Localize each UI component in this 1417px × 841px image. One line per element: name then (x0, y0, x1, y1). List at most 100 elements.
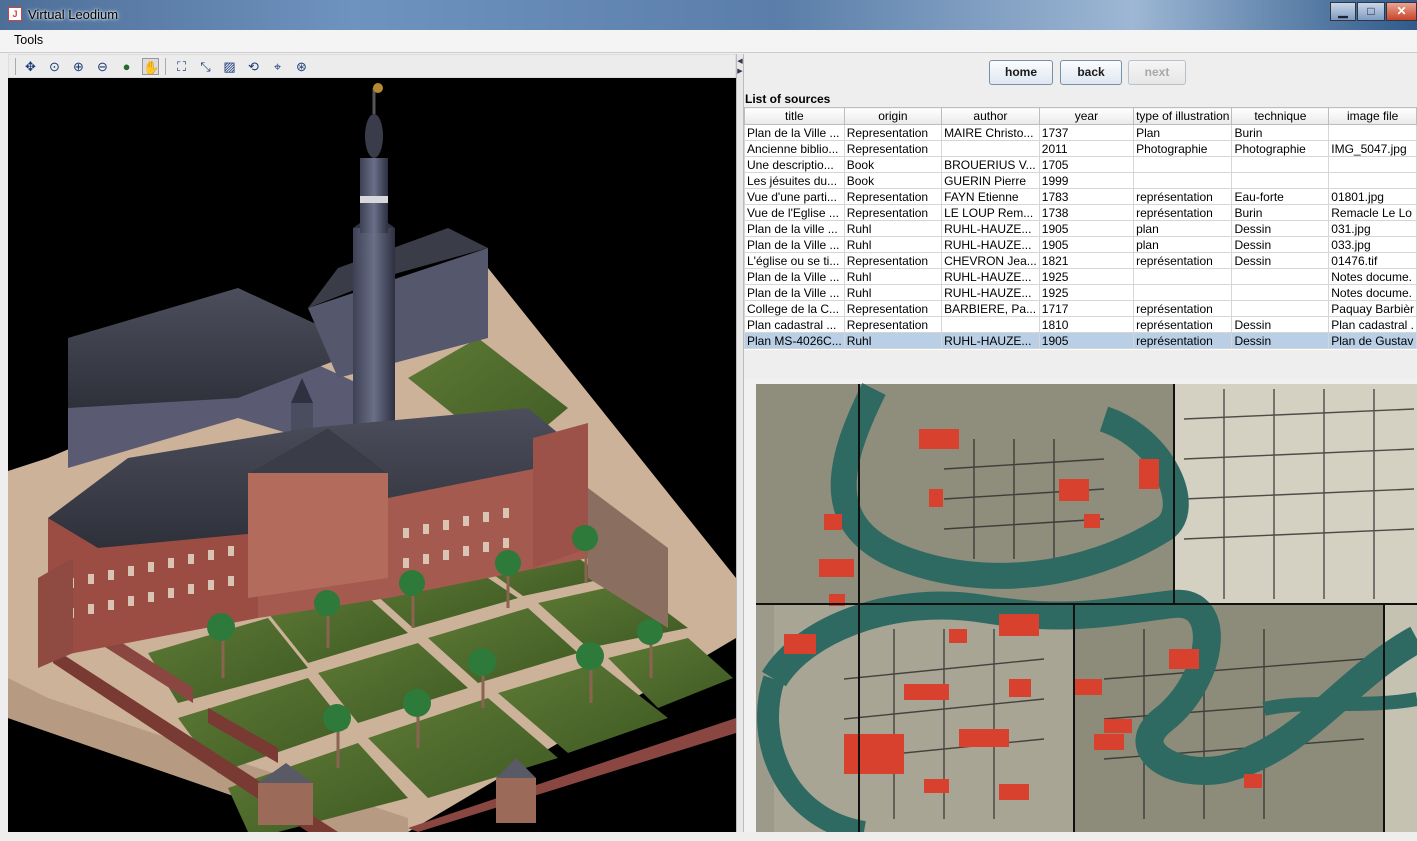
column-header[interactable]: title (744, 107, 845, 125)
column-header[interactable]: image file (1328, 107, 1417, 125)
table-cell: GUERIN Pierre (941, 172, 1040, 189)
table-cell: Burin (1231, 124, 1330, 141)
table-cell: LE LOUP Rem... (941, 204, 1040, 221)
table-cell: Ruhl (843, 268, 943, 285)
zoom-out-icon[interactable]: ⊖ (94, 58, 111, 75)
table-cell: 1925 (1038, 268, 1135, 285)
table-cell: Vue de l'Eglise ... (744, 204, 845, 221)
column-header[interactable]: author (941, 107, 1040, 125)
zoom-in-icon[interactable]: ⊕ (70, 58, 87, 75)
title-bar[interactable]: J Virtual Leodium ▁ □ ✕ (0, 0, 1417, 30)
table-cell (1231, 172, 1330, 189)
sources-table[interactable]: title origin author year type of illustratio… (744, 107, 1417, 350)
table-cell: Plan cadastral ... (744, 316, 845, 333)
center-icon[interactable]: ⊛ (293, 58, 310, 75)
sources-list-title: List of sources (745, 92, 831, 106)
table-cell (1133, 156, 1233, 173)
column-header[interactable]: type of illustration (1133, 107, 1233, 125)
column-header[interactable]: year (1038, 107, 1135, 125)
home-button[interactable]: home (989, 60, 1053, 85)
table-cell: représentation (1133, 316, 1233, 333)
table-cell: Remacle Le Lo (1328, 204, 1417, 221)
table-row[interactable]: Une descriptio... Book BROUERIUS V... 1705 (744, 156, 1417, 173)
table-cell: plan (1133, 236, 1233, 253)
3d-view-panel: ✥ ⊙ ⊕ ⊖ ● ✋ ⛶ ⤡ ▨ ⟲ ⌖ ⊛ (8, 54, 736, 832)
table-cell: 1821 (1038, 252, 1135, 269)
table-cell (1133, 172, 1233, 189)
table-row[interactable]: L'église ou se ti... Representation CHEVRO… (744, 252, 1417, 269)
table-cell: 1925 (1038, 284, 1135, 301)
back-button[interactable]: back (1060, 60, 1122, 85)
table-cell (1231, 284, 1330, 301)
table-cell: plan (1133, 220, 1233, 237)
table-cell: 031.jpg (1328, 220, 1417, 237)
table-cell: Dessin (1231, 236, 1330, 253)
table-cell: Plan de Gustav (1328, 332, 1417, 349)
table-row[interactable]: Plan de la Ville ... Representation MAIRE … (744, 124, 1417, 141)
maximize-button[interactable]: □ (1357, 2, 1385, 21)
table-row[interactable]: Plan de la Ville ... Ruhl RUHL-HAUZE... 192… (744, 284, 1417, 301)
table-row[interactable]: Vue de l'Eglise ... Representation LE LOUP… (744, 204, 1417, 221)
table-cell: Dessin (1231, 332, 1330, 349)
table-cell: 01801.jpg (1328, 188, 1417, 205)
split-pane-divider[interactable]: ◀ ▶ (736, 54, 744, 832)
table-cell: Les jésuites du... (744, 172, 845, 189)
table-cell: FAYN Etienne (941, 188, 1040, 205)
table-cell: Burin (1231, 204, 1330, 221)
source-image-viewer[interactable] (744, 379, 1417, 832)
table-cell: Eau-forte (1231, 188, 1330, 205)
fit-all-icon[interactable]: ⛶ (173, 58, 190, 75)
header-row: title origin author year type of illustratio… (744, 107, 1417, 125)
table-row[interactable]: Plan cadastral ... Representation 1810 repr… (744, 316, 1417, 333)
collapse-right-arrow-icon[interactable]: ▶ (737, 68, 743, 76)
java-app-icon: J (8, 7, 22, 21)
table-cell: 2011 (1038, 140, 1135, 157)
table-row[interactable]: Vue d'une parti... Representation FAYN Eti… (744, 188, 1417, 205)
column-header[interactable]: origin (843, 107, 943, 125)
table-cell: Dessin (1231, 220, 1330, 237)
shrink-icon[interactable]: ⤡ (197, 58, 214, 75)
table-cell (1328, 172, 1417, 189)
rotate-icon[interactable]: ⟲ (245, 58, 262, 75)
collapse-left-arrow-icon[interactable]: ◀ (737, 58, 743, 66)
table-cell: Plan (1133, 124, 1233, 141)
table-cell: 033.jpg (1328, 236, 1417, 253)
table-row[interactable]: College de la C... Representation BARBIERE… (744, 300, 1417, 317)
column-header[interactable]: technique (1231, 107, 1330, 125)
table-cell: BROUERIUS V... (941, 156, 1040, 173)
table-cell: Plan de la ville ... (744, 220, 845, 237)
table-cell: Photographie (1133, 140, 1233, 157)
table-cell: Photographie (1231, 140, 1330, 157)
table-cell: 01476.tif (1328, 252, 1417, 269)
college-3d-model (8, 83, 736, 832)
table-row[interactable]: Plan de la Ville ... Ruhl RUHL-HAUZE... 190… (744, 236, 1417, 253)
move-icon[interactable]: ⌖ (269, 58, 286, 75)
table-cell: Plan de la Ville ... (744, 124, 845, 141)
close-button[interactable]: ✕ (1386, 2, 1417, 21)
table-row[interactable]: Plan MS-4026C... Ruhl RUHL-HAUZE... 1905 rep… (744, 332, 1417, 349)
table-cell: 1810 (1038, 316, 1135, 333)
zoom-region-icon[interactable]: ⊙ (46, 58, 63, 75)
minimize-button[interactable]: ▁ (1330, 2, 1356, 21)
next-button[interactable]: next (1128, 60, 1186, 85)
table-cell: Dessin (1231, 316, 1330, 333)
globe-icon[interactable]: ● (118, 58, 135, 75)
select-region-icon[interactable]: ▨ (221, 58, 238, 75)
table-row[interactable]: Ancienne biblio... Representation 2011 Phot… (744, 140, 1417, 157)
table-row[interactable]: Plan de la ville ... Ruhl RUHL-HAUZE... 190… (744, 220, 1417, 237)
table-row[interactable]: Plan de la Ville ... Ruhl RUHL-HAUZE... 192… (744, 268, 1417, 285)
table-cell: Representation (843, 124, 943, 141)
table-cell: 1905 (1038, 236, 1135, 253)
table-row[interactable]: Les jésuites du... Book GUERIN Pierre 1999 (744, 172, 1417, 189)
table-cell: Dessin (1231, 252, 1330, 269)
table-cell: 1717 (1038, 300, 1135, 317)
table-cell (941, 316, 1040, 333)
table-cell: Representation (843, 252, 943, 269)
3d-scene-viewport[interactable] (8, 78, 736, 832)
hand-icon[interactable]: ✋ (142, 58, 159, 75)
historical-map-image (756, 383, 1417, 832)
table-cell: Ancienne biblio... (744, 140, 845, 157)
table-cell: RUHL-HAUZE... (941, 236, 1040, 253)
menu-tools[interactable]: Tools (14, 33, 43, 47)
pan-icon[interactable]: ✥ (22, 58, 39, 75)
